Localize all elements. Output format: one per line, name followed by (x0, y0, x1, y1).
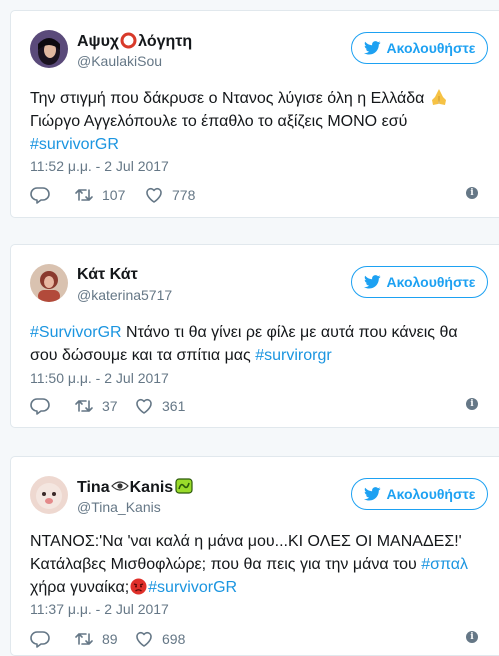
user-handle[interactable]: @KaulakiSou (77, 53, 162, 69)
twitter-bird-icon (363, 275, 381, 289)
reply-button[interactable] (30, 629, 50, 649)
twitter-bird-icon (363, 41, 381, 55)
follow-label: Ακολουθήστε (386, 40, 476, 56)
tweet-text-line: σου δώσουμε και τα σπίτια μας (30, 347, 256, 364)
retweet-button[interactable]: 89 (74, 629, 118, 649)
like-button[interactable]: 361 (134, 396, 185, 416)
retweet-count: 107 (102, 187, 126, 203)
tweet-card: Αψυχ λόγητη @KaulakiSou Ακολουθήστε Την σ… (10, 10, 499, 218)
tweet-text-line: χήρα γυναίκα; (30, 579, 130, 596)
reply-button[interactable] (30, 185, 50, 205)
retweet-icon (75, 400, 93, 412)
avatar[interactable] (30, 264, 68, 302)
tweet-text-line: Την στιγμή που δάκρυσε ο Ντανος λύγισε ό… (30, 90, 429, 107)
folded-hands-emoji-icon (431, 89, 446, 105)
heart-icon (146, 187, 162, 203)
follow-button[interactable]: Ακολουθήστε (351, 32, 488, 64)
hashtag-link[interactable]: #σπαλ (421, 556, 468, 573)
display-name[interactable]: Κάτ Κάτ (77, 266, 138, 284)
timestamp[interactable]: 11:52 μ.μ. - 2 Jul 2017 (30, 158, 169, 174)
like-button[interactable]: 778 (144, 185, 195, 205)
eye-emoji-icon (110, 481, 129, 491)
tweet-actions: 89 698 i (30, 629, 490, 649)
retweet-count: 37 (102, 398, 118, 414)
reply-icon (30, 631, 50, 648)
hashtag-link[interactable]: #SurvivorGR (30, 324, 122, 341)
like-count: 698 (162, 631, 186, 647)
hashtag-link[interactable]: #survivorGR (30, 133, 480, 156)
display-name[interactable]: Αψυχ λόγητη (77, 32, 192, 51)
squiggle-emoji-icon (175, 478, 193, 494)
follow-label: Ακολουθήστε (386, 274, 476, 290)
tweet-text: #SurvivorGR Ντάνο τι θα γίνει ρε φίλε με… (30, 321, 480, 367)
follow-label: Ακολουθήστε (386, 486, 476, 502)
tweet-text: ΝΤΑΝΟΣ:'Να 'ναι καλά η μάνα μου...ΚΙ ΟΛΕ… (30, 530, 480, 599)
twitter-bird-icon (363, 487, 381, 501)
retweet-button[interactable]: 107 (74, 185, 125, 205)
follow-button[interactable]: Ακολουθήστε (351, 266, 488, 298)
retweet-icon (75, 633, 93, 645)
timestamp[interactable]: 11:50 μ.μ. - 2 Jul 2017 (30, 370, 169, 386)
avatar[interactable] (30, 476, 68, 514)
avatar[interactable] (30, 30, 68, 68)
tweet-text-line: Κατάλαβες Μισθοφλώρε; που θα πεις για τη… (30, 556, 422, 573)
user-handle[interactable]: @katerina5717 (77, 287, 172, 303)
heart-icon (136, 631, 152, 647)
info-icon[interactable]: i (466, 187, 478, 199)
tweet-actions: 107 778 i (30, 185, 490, 205)
reply-button[interactable] (30, 396, 50, 416)
tweet-card: Κάτ Κάτ @katerina5717 Ακολουθήστε #Survi… (10, 244, 499, 428)
retweet-icon (75, 189, 93, 201)
retweet-count: 89 (102, 631, 118, 647)
tweet-actions: 37 361 i (30, 396, 490, 416)
follow-button[interactable]: Ακολουθήστε (351, 478, 488, 510)
reply-icon (30, 187, 50, 204)
hashtag-link[interactable]: #survivorGR (148, 579, 237, 596)
tweet-text: Την στιγμή που δάκρυσε ο Ντανος λύγισε ό… (30, 87, 480, 156)
tweet-text-line: ΝΤΑΝΟΣ:'Να 'ναι καλά η μάνα μου...ΚΙ ΟΛΕ… (30, 533, 462, 550)
user-handle[interactable]: @Tina_Kanis (77, 499, 161, 515)
timestamp[interactable]: 11:37 μ.μ. - 2 Jul 2017 (30, 601, 169, 617)
reply-icon (30, 398, 50, 415)
red-circle-emoji-icon (120, 32, 137, 49)
tweet-text-line: Ντάνο τι θα γίνει ρε φίλε με αυτά που κά… (121, 324, 458, 341)
info-icon[interactable]: i (466, 631, 478, 643)
like-count: 361 (162, 398, 186, 414)
angry-face-emoji-icon (130, 578, 147, 595)
hashtag-link[interactable]: #survirorgr (255, 347, 331, 364)
info-icon[interactable]: i (466, 398, 478, 410)
like-count: 778 (172, 187, 196, 203)
tweet-card: Tina Kanis @Tina_Kanis Ακολουθήστε ΝΤΑΝΟΣ… (10, 456, 499, 656)
display-name[interactable]: Tina Kanis (77, 478, 193, 497)
retweet-button[interactable]: 37 (74, 396, 118, 416)
tweet-text-line: Γιώργο Αγγελόπουλε το έπαθλο το αξίζεις … (30, 113, 408, 130)
like-button[interactable]: 698 (134, 629, 185, 649)
heart-icon (136, 398, 152, 414)
